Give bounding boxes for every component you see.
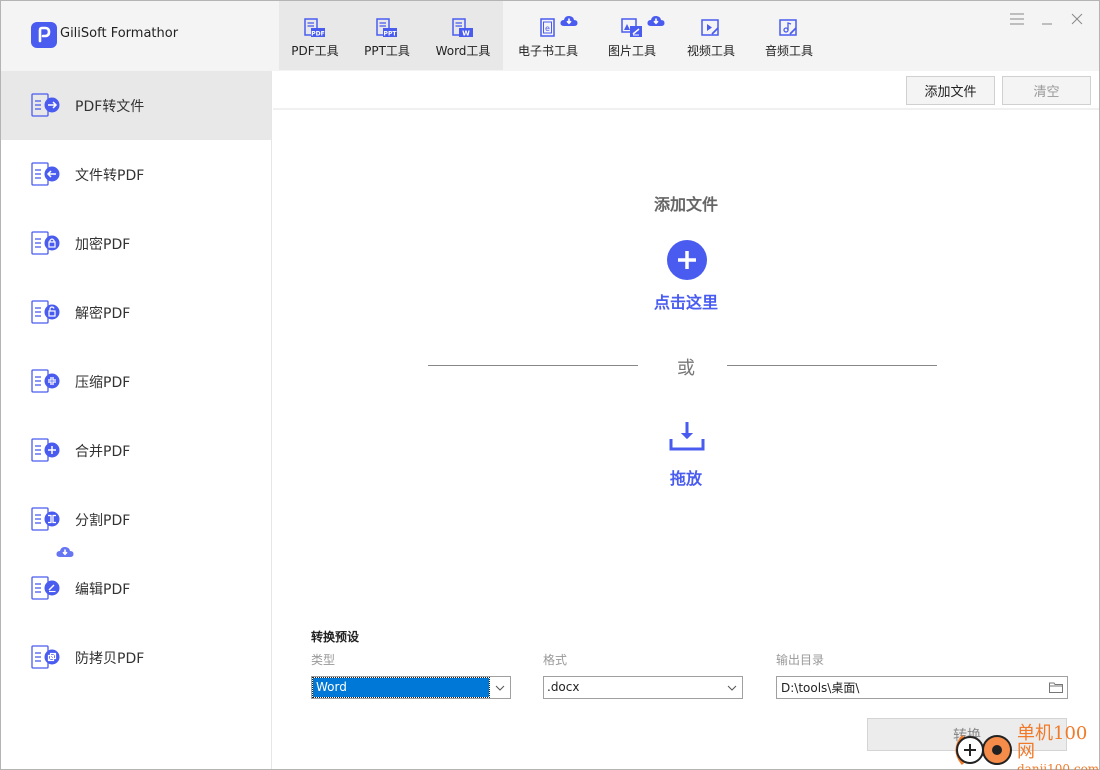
- type-select-value: Word: [312, 677, 490, 698]
- sidebar-item-label: 压缩PDF: [75, 374, 131, 391]
- sidebar-item-label: 分割PDF: [75, 512, 131, 529]
- or-label: 或: [677, 358, 695, 379]
- tab-word-tools[interactable]: W Word工具: [423, 1, 503, 70]
- tab-pdf-tools[interactable]: PDF PDF工具: [279, 1, 351, 70]
- lock-icon: [31, 230, 61, 257]
- output-dir-value: D:\tools\桌面\: [781, 681, 860, 695]
- output-dir-field[interactable]: D:\tools\桌面\: [776, 676, 1068, 699]
- tab-label: 电子书工具: [517, 44, 578, 58]
- plus-icon: [31, 437, 61, 464]
- tab-label: Word工具: [435, 44, 491, 58]
- arrow-right-icon: [31, 92, 61, 119]
- image-edit-icon: [621, 15, 665, 38]
- folder-icon[interactable]: [1045, 682, 1067, 693]
- add-file-circle-button[interactable]: [667, 240, 707, 280]
- app-logo-icon: [31, 22, 57, 48]
- type-select[interactable]: Word: [311, 676, 511, 699]
- click-here-link[interactable]: 点击这里: [273, 289, 1099, 313]
- app-window: GiliSoft Formathor PDF PDF工具 PPT PPT工具 W…: [0, 0, 1100, 770]
- tab-image-tools[interactable]: 图片工具: [593, 1, 671, 70]
- app-title: GiliSoft Formathor: [60, 26, 179, 41]
- sidebar-item-label: 防拷贝PDF: [75, 650, 145, 667]
- chevron-down-icon: [722, 685, 742, 691]
- drag-drop-icon: [669, 421, 705, 451]
- sidebar-item-split-pdf[interactable]: 分割PDF: [1, 485, 271, 554]
- watermark-cn: 单机100网: [1017, 723, 1088, 762]
- tab-label: 视频工具: [686, 44, 735, 58]
- plus-icon: [678, 251, 696, 269]
- drag-drop-label: 拖放: [669, 469, 702, 488]
- add-file-button[interactable]: 添加文件: [906, 76, 995, 105]
- video-edit-icon: [701, 18, 721, 38]
- watermark-text: 单机100网 danji100.com: [1017, 725, 1099, 770]
- file-toolbar: 添加文件 清空: [273, 71, 1099, 110]
- menu-icon[interactable]: [1009, 11, 1025, 27]
- sidebar-item-compress-pdf[interactable]: 压缩PDF: [1, 347, 271, 416]
- window-controls: [1009, 11, 1085, 27]
- chevron-down-icon: [490, 685, 510, 691]
- copy-protect-icon: [31, 644, 61, 671]
- pdf-doc-icon: PDF: [304, 18, 326, 38]
- word-doc-icon: W: [452, 18, 474, 38]
- sidebar: PDF转文件 文件转PDF 加密PDF 解密PDF 压缩PDF 合并PDF 分割…: [1, 71, 272, 769]
- sidebar-item-label: 加密PDF: [75, 236, 131, 253]
- watermark-en: danji100.com: [1017, 762, 1100, 770]
- format-select[interactable]: .docx: [543, 676, 743, 699]
- tab-audio-tools[interactable]: 音频工具: [751, 1, 827, 70]
- tab-label: 图片工具: [607, 44, 656, 58]
- watermark: 单机100网 danji100.com: [953, 725, 1099, 770]
- ebook-icon: e: [540, 15, 578, 38]
- cloud-download-icon: [56, 546, 74, 562]
- tab-video-tools[interactable]: 视频工具: [671, 1, 751, 70]
- main-panel: 添加文件 清空 添加文件 点击这里 或 拖放 转换预设 类型 Word 格式 .: [273, 71, 1099, 769]
- audio-edit-icon: [779, 18, 799, 38]
- cloud-download-icon: [560, 15, 578, 31]
- clear-button[interactable]: 清空: [1002, 76, 1091, 105]
- tab-label: 音频工具: [764, 44, 813, 58]
- divider-right: [727, 365, 937, 366]
- drop-zone-title: 添加文件: [653, 195, 718, 214]
- conversion-preset-title: 转换预设: [311, 630, 360, 644]
- watermark-logo-icon: [953, 730, 1015, 770]
- tab-label: PPT工具: [364, 44, 410, 58]
- tab-label: PDF工具: [291, 44, 339, 58]
- sidebar-item-pdf-to-file[interactable]: PDF转文件: [1, 71, 271, 140]
- cloud-download-icon: [647, 15, 665, 31]
- sidebar-item-file-to-pdf[interactable]: 文件转PDF: [1, 140, 271, 209]
- svg-text:PPT: PPT: [384, 31, 398, 38]
- unlock-icon: [31, 299, 61, 326]
- tool-tabs: PDF PDF工具 PPT PPT工具 W Word工具 e 电子书工具 图片工…: [279, 1, 827, 70]
- sidebar-item-decrypt-pdf[interactable]: 解密PDF: [1, 278, 271, 347]
- sidebar-item-label: 合并PDF: [75, 443, 131, 460]
- sidebar-item-copy-protect-pdf[interactable]: 防拷贝PDF: [1, 623, 271, 692]
- sidebar-item-edit-pdf[interactable]: 编辑PDF: [1, 546, 271, 623]
- type-label: 类型: [311, 653, 336, 667]
- sidebar-item-label: 文件转PDF: [75, 167, 145, 184]
- edit-icon: [31, 575, 61, 602]
- close-icon[interactable]: [1069, 11, 1085, 27]
- compress-icon: [31, 368, 61, 395]
- sidebar-item-merge-pdf[interactable]: 合并PDF: [1, 416, 271, 485]
- split-icon: [31, 506, 61, 533]
- arrow-left-icon: [31, 161, 61, 188]
- output-dir-label: 输出目录: [776, 653, 825, 667]
- tab-ppt-tools[interactable]: PPT PPT工具: [351, 1, 423, 70]
- format-label: 格式: [543, 653, 568, 667]
- title-bar: GiliSoft Formathor PDF PDF工具 PPT PPT工具 W…: [1, 1, 1099, 71]
- format-select-value: .docx: [547, 680, 580, 694]
- svg-text:W: W: [462, 30, 470, 38]
- ppt-doc-icon: PPT: [376, 18, 398, 38]
- sidebar-item-label: 编辑PDF: [75, 581, 131, 598]
- sidebar-item-encrypt-pdf[interactable]: 加密PDF: [1, 209, 271, 278]
- svg-text:e: e: [545, 24, 550, 33]
- sidebar-item-label: 解密PDF: [75, 305, 131, 322]
- svg-text:PDF: PDF: [311, 31, 324, 38]
- tab-ebook-tools[interactable]: e 电子书工具: [503, 1, 593, 70]
- sidebar-item-label: PDF转文件: [75, 98, 145, 115]
- minimize-icon[interactable]: [1039, 11, 1055, 27]
